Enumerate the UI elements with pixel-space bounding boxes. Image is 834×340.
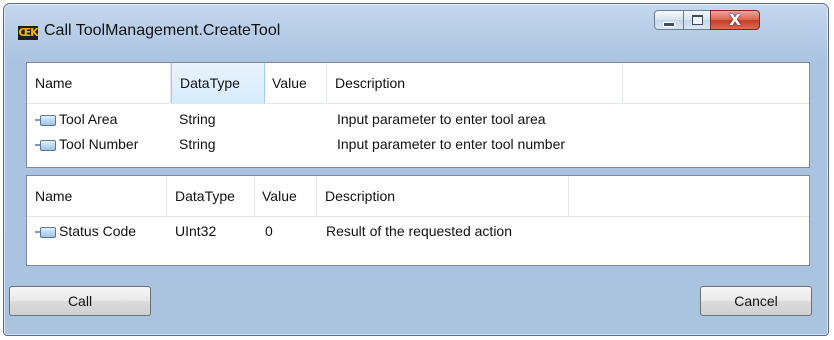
column-header-name[interactable]: Name <box>27 176 167 216</box>
input-pin-icon <box>35 139 57 152</box>
argument-description: Input parameter to enter tool area <box>337 111 546 127</box>
column-header-value[interactable]: Value <box>255 176 317 216</box>
input-arguments-table: Name DataType Value Description Tool Are… <box>26 62 810 168</box>
argument-value: 0 <box>265 223 273 239</box>
argument-name: Tool Number <box>59 136 139 152</box>
cancel-button[interactable]: Cancel <box>700 286 812 316</box>
row-name-cell: Tool Number <box>35 133 138 155</box>
maximize-icon <box>691 15 703 25</box>
argument-datatype: String <box>179 111 216 127</box>
maximize-button[interactable] <box>683 10 711 30</box>
app-logo-icon: ŒK <box>18 26 39 40</box>
column-header-description[interactable]: Description <box>327 63 623 103</box>
argument-name: Tool Area <box>59 111 118 127</box>
call-button[interactable]: Call <box>9 286 151 316</box>
table-row[interactable]: Status Code UInt32 0 Result of the reque… <box>27 220 809 242</box>
input-table-header: Name DataType Value Description <box>27 63 809 104</box>
column-header-value[interactable]: Value <box>265 63 327 103</box>
minimize-button[interactable] <box>654 10 684 30</box>
table-row[interactable]: Tool Area String Input parameter to ente… <box>27 108 809 130</box>
title-bar[interactable]: ŒK Call ToolManagement.CreateTool X <box>4 4 828 62</box>
column-header-filler <box>569 176 811 216</box>
row-name-cell: Tool Area <box>35 108 117 130</box>
close-icon: X <box>729 11 741 29</box>
output-arguments-table: Name DataType Value Description Status C… <box>26 175 810 266</box>
row-name-cell: Status Code <box>35 220 136 242</box>
column-header-name[interactable]: Name <box>27 63 171 103</box>
output-table-header: Name DataType Value Description <box>27 176 809 217</box>
minimize-icon <box>663 21 675 27</box>
table-row[interactable]: Tool Number String Input parameter to en… <box>27 133 809 155</box>
argument-description: Result of the requested action <box>326 223 513 239</box>
output-pin-icon <box>35 226 57 239</box>
column-header-datatype[interactable]: DataType <box>171 63 265 103</box>
argument-datatype: UInt32 <box>175 223 217 239</box>
dialog-window: ŒK Call ToolManagement.CreateTool X Name… <box>3 3 829 336</box>
window-title: Call ToolManagement.CreateTool <box>44 22 281 39</box>
input-pin-icon <box>35 114 57 127</box>
column-header-datatype[interactable]: DataType <box>167 176 255 216</box>
column-header-description[interactable]: Description <box>317 176 569 216</box>
column-header-filler <box>623 63 811 103</box>
argument-datatype: String <box>179 136 216 152</box>
argument-name: Status Code <box>59 223 137 239</box>
argument-description: Input parameter to enter tool number <box>337 136 566 152</box>
close-button[interactable]: X <box>710 10 760 30</box>
